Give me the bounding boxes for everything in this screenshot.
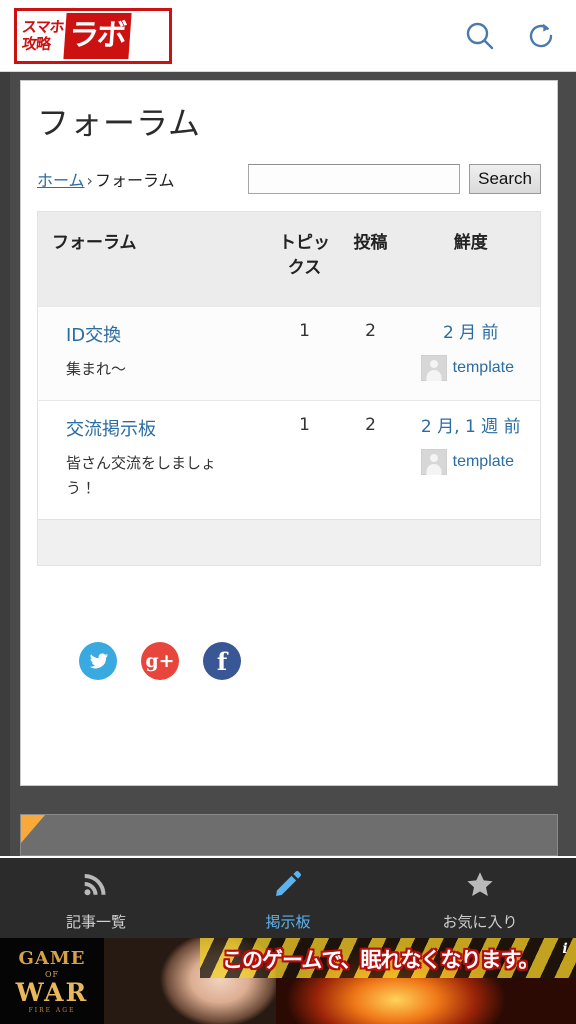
ad-logo-war: WAR xyxy=(15,978,89,1007)
nav-item-board[interactable]: 掲示板 xyxy=(192,858,384,938)
nav-label-articles: 記事一覧 xyxy=(65,912,126,931)
site-logo-main: ラボ xyxy=(62,12,132,59)
forum-posts-count: 2 xyxy=(339,400,402,520)
page-title: フォーラム xyxy=(37,104,202,142)
forum-search: Search xyxy=(248,164,541,194)
orange-corner-ribbon xyxy=(21,815,45,843)
freshness-user: template xyxy=(408,449,535,475)
browser-actions xyxy=(462,18,558,54)
freshness-link[interactable]: 2 月, 1 週 前 xyxy=(408,415,535,439)
nav-item-articles[interactable]: 記事一覧 xyxy=(0,858,192,938)
content-card: フォーラム ホーム › フォーラム Search フォーラム トピックス 投稿 鮮度 xyxy=(20,80,558,786)
reload-icon[interactable] xyxy=(524,19,558,53)
forum-description: 皆さん交流をしましょう！ xyxy=(66,454,217,497)
nav-label-board: 掲示板 xyxy=(265,912,311,931)
column-header-posts[interactable]: 投稿 xyxy=(340,212,402,307)
avatar xyxy=(420,355,447,381)
rss-icon xyxy=(81,869,111,904)
forum-name-cell: ID交換 集まれ～ xyxy=(37,306,270,401)
ad-banner[interactable]: GAME OF WAR FIRE AGE このゲームで、眠れなくなります。 i xyxy=(0,938,576,1024)
breadcrumb-and-search-row: ホーム › フォーラム Search xyxy=(37,163,541,195)
avatar xyxy=(420,449,447,475)
breadcrumb: ホーム › フォーラム xyxy=(37,167,174,191)
facebook-icon: f xyxy=(216,646,228,676)
forum-table-footer-row xyxy=(37,519,541,566)
page-canvas: フォーラム ホーム › フォーラム Search フォーラム トピックス 投稿 鮮度 xyxy=(0,72,576,856)
user-link[interactable]: template xyxy=(453,359,514,377)
column-header-topics[interactable]: トピックス xyxy=(270,212,340,307)
site-logo-left: スマホ 攻略 xyxy=(20,18,65,53)
ad-logo: GAME OF WAR FIRE AGE xyxy=(0,938,104,1024)
star-icon xyxy=(464,869,496,904)
social-share-row: g+ f xyxy=(37,642,541,680)
googleplus-share-button[interactable]: g+ xyxy=(141,642,179,680)
browser-header-bar: スマホ 攻略 ラボ xyxy=(0,0,576,72)
nav-label-favorites: お気に入り xyxy=(442,912,518,931)
forum-description: 集まれ～ xyxy=(66,360,127,378)
site-logo-line2: 攻略 xyxy=(21,35,51,53)
forum-topics-count: 1 xyxy=(269,400,340,520)
forum-freshness-cell: 2 月 前 template xyxy=(401,306,541,401)
table-row: 交流掲示板 皆さん交流をしましょう！ 1 2 2 月, 1 週 前 templa… xyxy=(37,400,541,520)
forum-posts-count: 2 xyxy=(339,306,402,401)
ad-logo-game: GAME xyxy=(18,948,86,969)
forum-table-footer-cell xyxy=(37,519,541,566)
search-input[interactable] xyxy=(248,164,461,194)
nav-item-favorites[interactable]: お気に入り xyxy=(384,858,576,938)
googleplus-icon: g+ xyxy=(145,650,175,672)
forum-link[interactable]: 交流掲示板 xyxy=(66,415,264,441)
ad-info-icon[interactable]: i xyxy=(558,941,572,958)
forum-table-body: ID交換 集まれ～ 1 2 2 月 前 template 交流掲示板 皆さん交流… xyxy=(37,306,541,566)
breadcrumb-separator: › xyxy=(86,171,93,190)
column-header-freshness[interactable]: 鮮度 xyxy=(402,212,541,307)
forum-table-header-row: フォーラム トピックス 投稿 鮮度 xyxy=(37,211,541,307)
canvas-left-edge xyxy=(0,72,10,856)
freshness-user: template xyxy=(408,355,535,381)
site-logo[interactable]: スマホ 攻略 ラボ xyxy=(14,7,172,64)
bottom-navigation-bar: 記事一覧 掲示板 お気に入り xyxy=(0,856,576,938)
forum-name-cell: 交流掲示板 皆さん交流をしましょう！ xyxy=(37,400,270,520)
forum-link[interactable]: ID交換 xyxy=(66,321,264,347)
search-submit-button[interactable]: Search xyxy=(469,164,541,194)
user-link[interactable]: template xyxy=(453,453,514,471)
site-logo-line1: スマホ xyxy=(21,18,65,36)
below-widget-panel[interactable] xyxy=(20,814,558,856)
column-header-forum[interactable]: フォーラム xyxy=(38,212,270,307)
breadcrumb-home-link[interactable]: ホーム xyxy=(37,171,85,190)
freshness-link[interactable]: 2 月 前 xyxy=(408,321,535,345)
forum-freshness-cell: 2 月, 1 週 前 template xyxy=(401,400,541,520)
forum-table: フォーラム トピックス 投稿 鮮度 ID交換 集まれ～ 1 2 2 月 前 te… xyxy=(37,211,541,566)
facebook-share-button[interactable]: f xyxy=(203,642,241,680)
ad-headline: このゲームで、眠れなくなります。 xyxy=(222,948,539,972)
ad-logo-subtitle: FIRE AGE xyxy=(28,1007,76,1014)
table-row: ID交換 集まれ～ 1 2 2 月 前 template xyxy=(37,306,541,401)
pencil-icon xyxy=(273,869,303,904)
twitter-share-button[interactable] xyxy=(79,642,117,680)
twitter-icon xyxy=(89,652,108,668)
search-icon[interactable] xyxy=(462,18,498,54)
breadcrumb-current: フォーラム xyxy=(94,171,175,190)
forum-table-head: フォーラム トピックス 投稿 鮮度 xyxy=(37,211,541,307)
forum-topics-count: 1 xyxy=(269,306,340,401)
